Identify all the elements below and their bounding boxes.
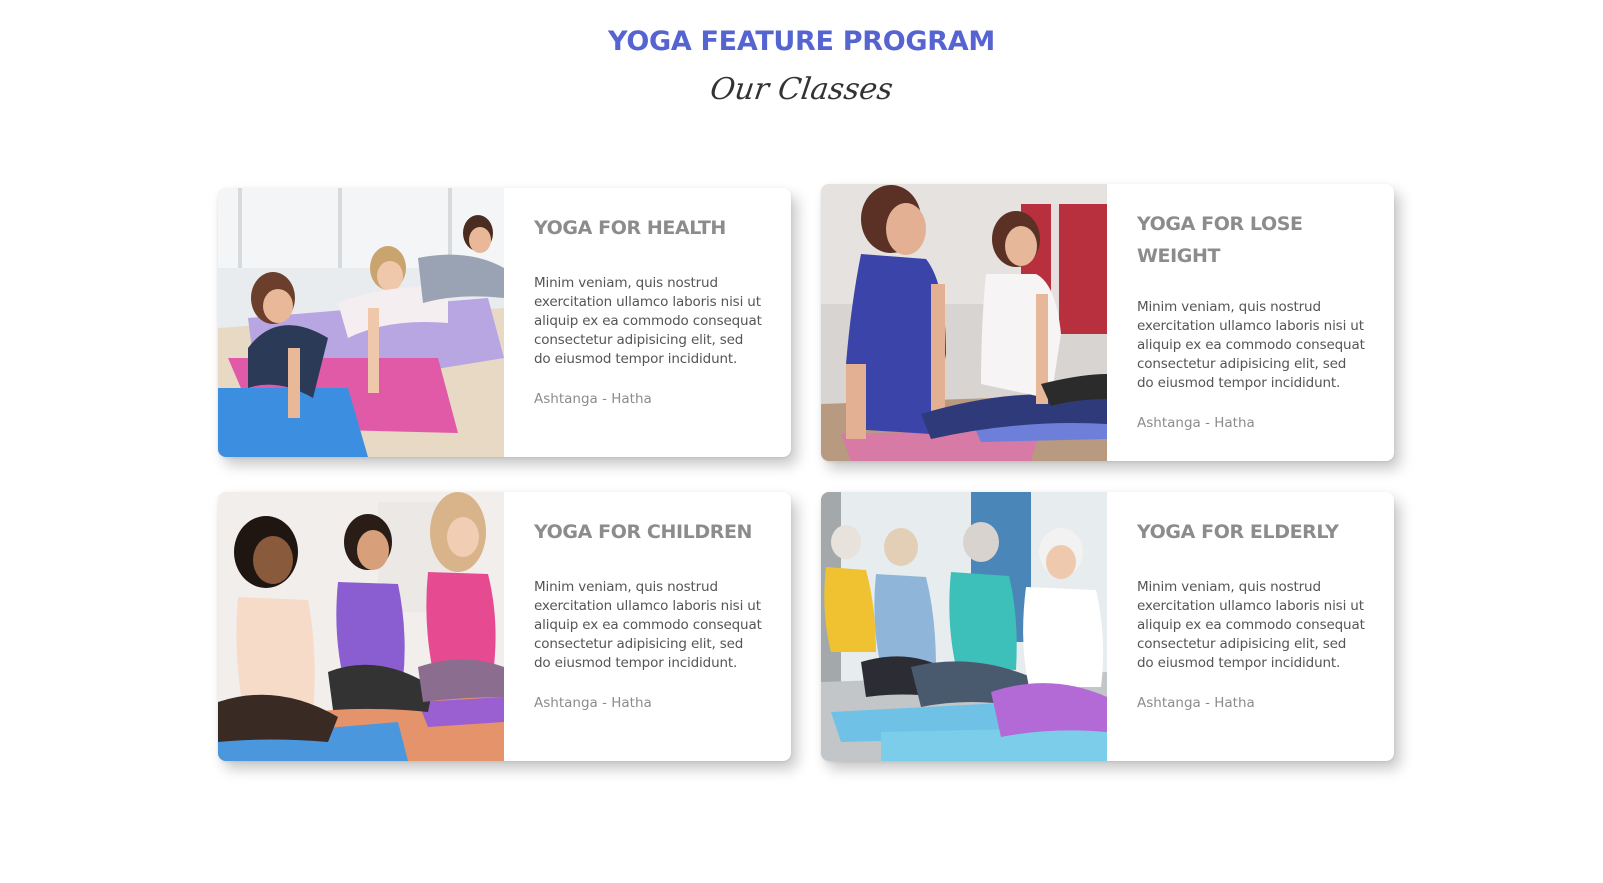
class-card-body: YOGA FOR HEALTH Minim veniam, quis nostr… bbox=[504, 188, 791, 457]
class-description: Minim veniam, quis nostrud exercitation … bbox=[534, 275, 762, 367]
class-tags: Ashtanga - Hatha bbox=[1137, 415, 1255, 431]
class-tags: Ashtanga - Hatha bbox=[534, 391, 652, 407]
class-tags: Ashtanga - Hatha bbox=[1137, 695, 1255, 711]
class-image-elderly bbox=[821, 492, 1107, 761]
class-description: Minim veniam, quis nostrud exercitation … bbox=[1137, 579, 1365, 671]
class-description: Minim veniam, quis nostrud exercitation … bbox=[534, 579, 762, 671]
section-subtitle: Our Classes bbox=[707, 72, 896, 107]
class-card-body: YOGA FOR LOSE WEIGHT Minim veniam, quis … bbox=[1107, 184, 1394, 461]
class-description: Minim veniam, quis nostrud exercitation … bbox=[1137, 299, 1365, 391]
section-title: YOGA FEATURE PROGRAM bbox=[608, 26, 995, 57]
class-title[interactable]: YOGA FOR CHILDREN bbox=[534, 516, 763, 548]
class-card-elderly[interactable]: YOGA FOR ELDERLY Minim veniam, quis nost… bbox=[821, 492, 1394, 761]
class-title[interactable]: YOGA FOR LOSE WEIGHT bbox=[1137, 208, 1366, 272]
class-card-health[interactable]: YOGA FOR HEALTH Minim veniam, quis nostr… bbox=[218, 188, 791, 457]
class-card-lose-weight[interactable]: YOGA FOR LOSE WEIGHT Minim veniam, quis … bbox=[821, 184, 1394, 461]
class-card-body: YOGA FOR CHILDREN Minim veniam, quis nos… bbox=[504, 492, 791, 761]
class-image-health bbox=[218, 188, 504, 457]
class-image-lose-weight bbox=[821, 184, 1107, 461]
class-title[interactable]: YOGA FOR HEALTH bbox=[534, 212, 763, 244]
class-image-children bbox=[218, 492, 504, 761]
class-tags: Ashtanga - Hatha bbox=[534, 695, 652, 711]
class-title[interactable]: YOGA FOR ELDERLY bbox=[1137, 516, 1366, 548]
class-card-body: YOGA FOR ELDERLY Minim veniam, quis nost… bbox=[1107, 492, 1394, 761]
class-card-children[interactable]: YOGA FOR CHILDREN Minim veniam, quis nos… bbox=[218, 492, 791, 761]
